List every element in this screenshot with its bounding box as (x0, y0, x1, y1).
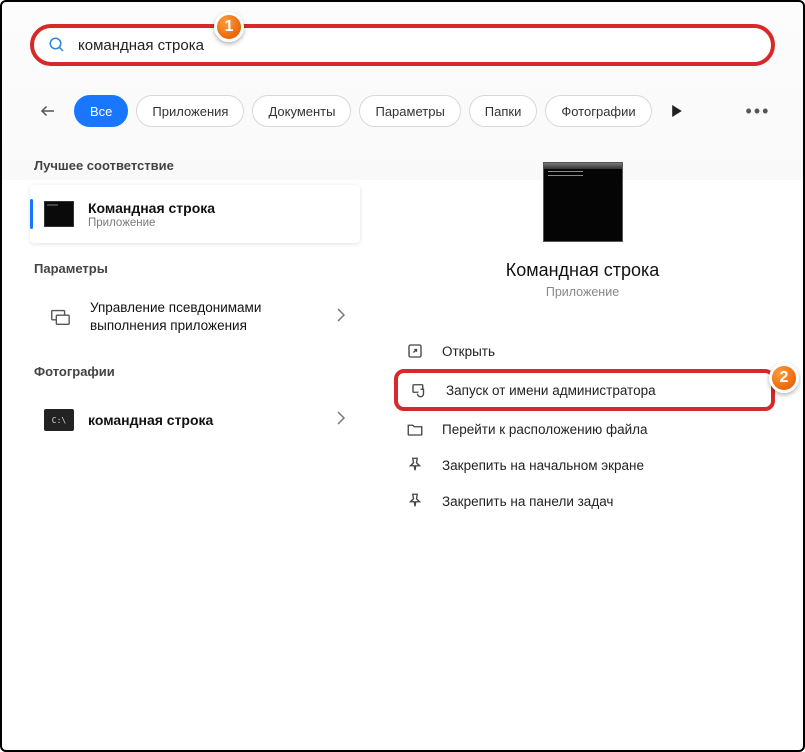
action-open[interactable]: Открыть (394, 333, 775, 369)
preview-subtitle: Приложение (546, 285, 619, 299)
section-photos: Фотографии (30, 356, 360, 391)
result-title: командная строка (88, 412, 213, 428)
preview-app-icon (543, 162, 623, 242)
action-label: Закрепить на начальном экране (442, 458, 644, 473)
preview-title: Командная строка (506, 260, 660, 281)
action-run-as-admin[interactable]: Запуск от имени администратора (394, 369, 775, 411)
folder-icon (406, 420, 424, 438)
action-pin-taskbar[interactable]: Закрепить на панели задач (394, 483, 775, 519)
filter-folders[interactable]: Папки (469, 95, 538, 127)
action-pin-start[interactable]: Закрепить на начальном экране (394, 447, 775, 483)
filter-more-categories[interactable] (660, 95, 694, 127)
filter-apps[interactable]: Приложения (136, 95, 244, 127)
open-icon (406, 342, 424, 360)
alias-icon (44, 301, 76, 333)
cmd-icon (44, 201, 74, 227)
photo-thumb-icon: C:\ (44, 409, 74, 431)
filter-row: Все Приложения Документы Параметры Папки… (30, 94, 775, 128)
result-photo-cmd[interactable]: C:\ командная строка (30, 391, 360, 449)
chevron-right-icon (336, 308, 346, 327)
filter-params[interactable]: Параметры (359, 95, 460, 127)
pin-icon (406, 492, 424, 510)
filter-photos[interactable]: Фотографии (545, 95, 651, 127)
result-title: Управление псевдонимами выполнения прило… (90, 299, 320, 334)
section-best-match: Лучшее соответствие (30, 150, 360, 185)
action-label: Перейти к расположению файла (442, 422, 648, 437)
section-parameters: Параметры (30, 253, 360, 288)
result-best-cmd[interactable]: Командная строка Приложение (30, 185, 360, 243)
annotation-badge-2: 2 (769, 363, 799, 393)
back-button[interactable] (30, 95, 66, 127)
result-alias-mgmt[interactable]: Управление псевдонимами выполнения прило… (30, 288, 360, 346)
result-title: Командная строка (88, 200, 215, 216)
pin-icon (406, 456, 424, 474)
filter-docs[interactable]: Документы (252, 95, 351, 127)
chevron-right-icon (336, 411, 346, 430)
annotation-badge-1: 1 (214, 12, 244, 42)
result-subtitle: Приложение (88, 217, 215, 229)
overflow-button[interactable]: ••• (741, 95, 775, 127)
action-open-location[interactable]: Перейти к расположению файла (394, 411, 775, 447)
search-box[interactable] (30, 24, 775, 66)
action-label: Закрепить на панели задач (442, 494, 613, 509)
preview-column: Командная строка Приложение Открыть Запу… (390, 150, 775, 519)
action-label: Открыть (442, 344, 495, 359)
search-input[interactable] (78, 37, 278, 54)
filter-all[interactable]: Все (74, 95, 128, 127)
shield-admin-icon (410, 381, 428, 399)
search-icon (48, 36, 66, 54)
results-column: Лучшее соответствие Командная строка При… (30, 150, 360, 519)
action-label: Запуск от имени администратора (446, 383, 656, 398)
